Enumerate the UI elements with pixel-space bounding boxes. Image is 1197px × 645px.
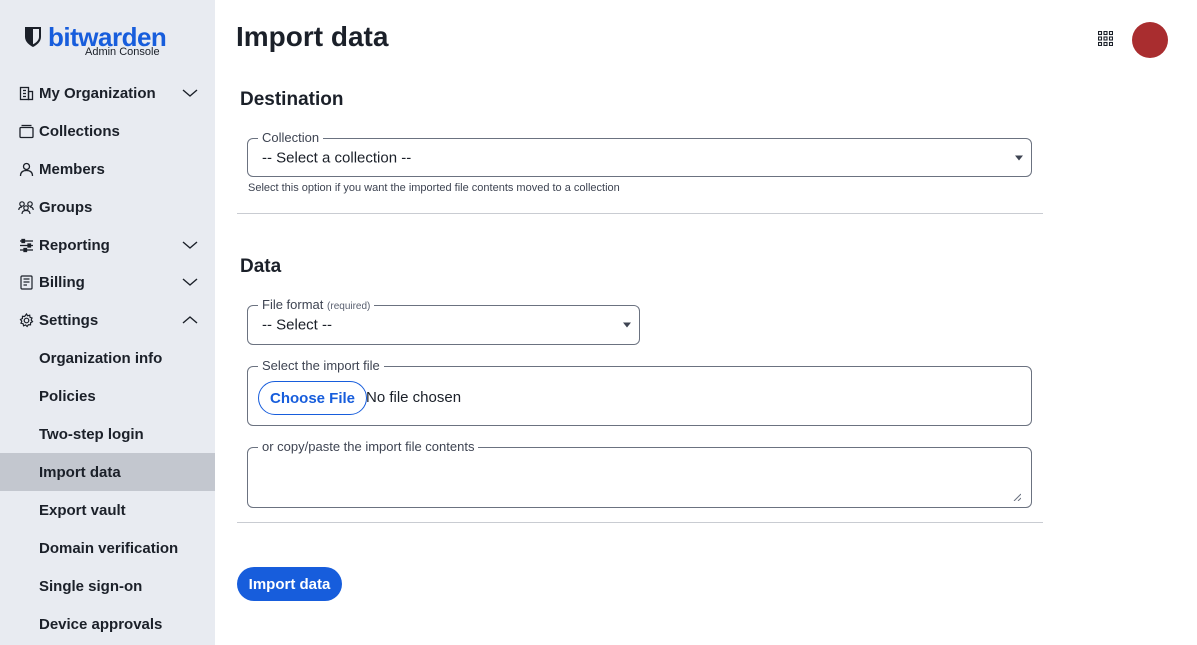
section-divider (237, 213, 1043, 214)
users-icon (18, 199, 34, 215)
sidebar-item-label: Groups (39, 199, 92, 216)
sidebar: bitwarden Admin Console My Organization … (0, 0, 215, 645)
sidebar-subitem-single-sign-on[interactable]: Single sign-on (0, 567, 215, 605)
sidebar-item-settings[interactable]: Settings (0, 301, 215, 339)
brand-subtitle: Admin Console (85, 46, 160, 58)
sidebar-item-label: Device approvals (39, 616, 162, 633)
destination-heading: Destination (240, 89, 343, 111)
sidebar-subitem-import-data[interactable]: Import data (0, 453, 215, 491)
sidebar-subitem-export-vault[interactable]: Export vault (0, 491, 215, 529)
shield-logo-icon (24, 26, 42, 48)
sidebar-item-label: My Organization (39, 85, 156, 102)
paste-contents-textarea[interactable]: or copy/paste the import file contents (247, 447, 1032, 508)
gear-icon (18, 312, 34, 328)
required-marker: (required) (327, 301, 370, 312)
sidebar-item-billing[interactable]: Billing (0, 263, 215, 301)
sidebar-item-label: Export vault (39, 502, 126, 519)
user-icon (18, 161, 34, 177)
sidebar-item-reporting[interactable]: Reporting (0, 226, 215, 264)
bitwarden-logo[interactable]: bitwarden Admin Console (24, 24, 164, 60)
sidebar-subitem-organization-info[interactable]: Organization info (0, 339, 215, 377)
import-file-field: Select the import file Choose File No fi… (247, 366, 1032, 426)
collection-icon (18, 123, 34, 139)
data-heading: Data (240, 256, 281, 278)
sidebar-subitem-policies[interactable]: Policies (0, 377, 215, 415)
avatar[interactable] (1132, 22, 1168, 58)
sidebar-item-label: Import data (39, 464, 121, 481)
chevron-down-icon (181, 239, 199, 251)
sidebar-item-label: Settings (39, 312, 98, 329)
collection-hint: Select this option if you want the impor… (248, 182, 620, 194)
page-title: Import data (236, 21, 388, 53)
sidebar-item-groups[interactable]: Groups (0, 188, 215, 226)
collection-select[interactable]: Collection -- Select a collection -- (247, 138, 1032, 177)
sidebar-item-label: Billing (39, 274, 85, 291)
chevron-down-icon (181, 87, 199, 99)
caret-down-icon (1015, 155, 1023, 160)
sidebar-item-label: Domain verification (39, 540, 178, 557)
chevron-down-icon (181, 276, 199, 288)
sidebar-item-label: Two-step login (39, 426, 144, 443)
sidebar-item-label: Policies (39, 388, 96, 405)
sidebar-subitem-two-step-login[interactable]: Two-step login (0, 415, 215, 453)
collection-select-value: -- Select a collection -- (262, 149, 411, 166)
choose-file-button[interactable]: Choose File (258, 381, 367, 415)
section-divider (237, 522, 1043, 523)
file-format-select-value: -- Select -- (262, 317, 332, 334)
sidebar-item-members[interactable]: Members (0, 150, 215, 188)
file-format-label: File format (required) (258, 297, 374, 315)
file-status: No file chosen (366, 389, 461, 406)
sidebar-item-collections[interactable]: Collections (0, 112, 215, 150)
collection-label: Collection (258, 130, 323, 146)
file-format-select[interactable]: File format (required) -- Select -- (247, 305, 640, 345)
chevron-up-icon (181, 314, 199, 326)
product-switcher-icon[interactable] (1098, 31, 1113, 46)
resize-handle-icon[interactable] (1013, 493, 1021, 501)
sidebar-subitem-domain-verification[interactable]: Domain verification (0, 529, 215, 567)
paste-contents-label: or copy/paste the import file contents (258, 439, 478, 455)
sidebar-item-label: Single sign-on (39, 578, 142, 595)
sliders-icon (18, 237, 34, 253)
sidebar-item-label: Reporting (39, 237, 110, 254)
caret-down-icon (623, 323, 631, 328)
billing-icon (18, 274, 34, 290)
sidebar-item-label: Collections (39, 123, 120, 140)
sidebar-subitem-device-approvals[interactable]: Device approvals (0, 605, 215, 643)
sidebar-item-label: Organization info (39, 350, 162, 367)
import-data-button[interactable]: Import data (237, 567, 342, 601)
building-icon (18, 85, 34, 101)
import-file-label: Select the import file (258, 358, 384, 374)
sidebar-item-label: Members (39, 161, 105, 178)
sidebar-item-my-organization[interactable]: My Organization (0, 74, 215, 112)
